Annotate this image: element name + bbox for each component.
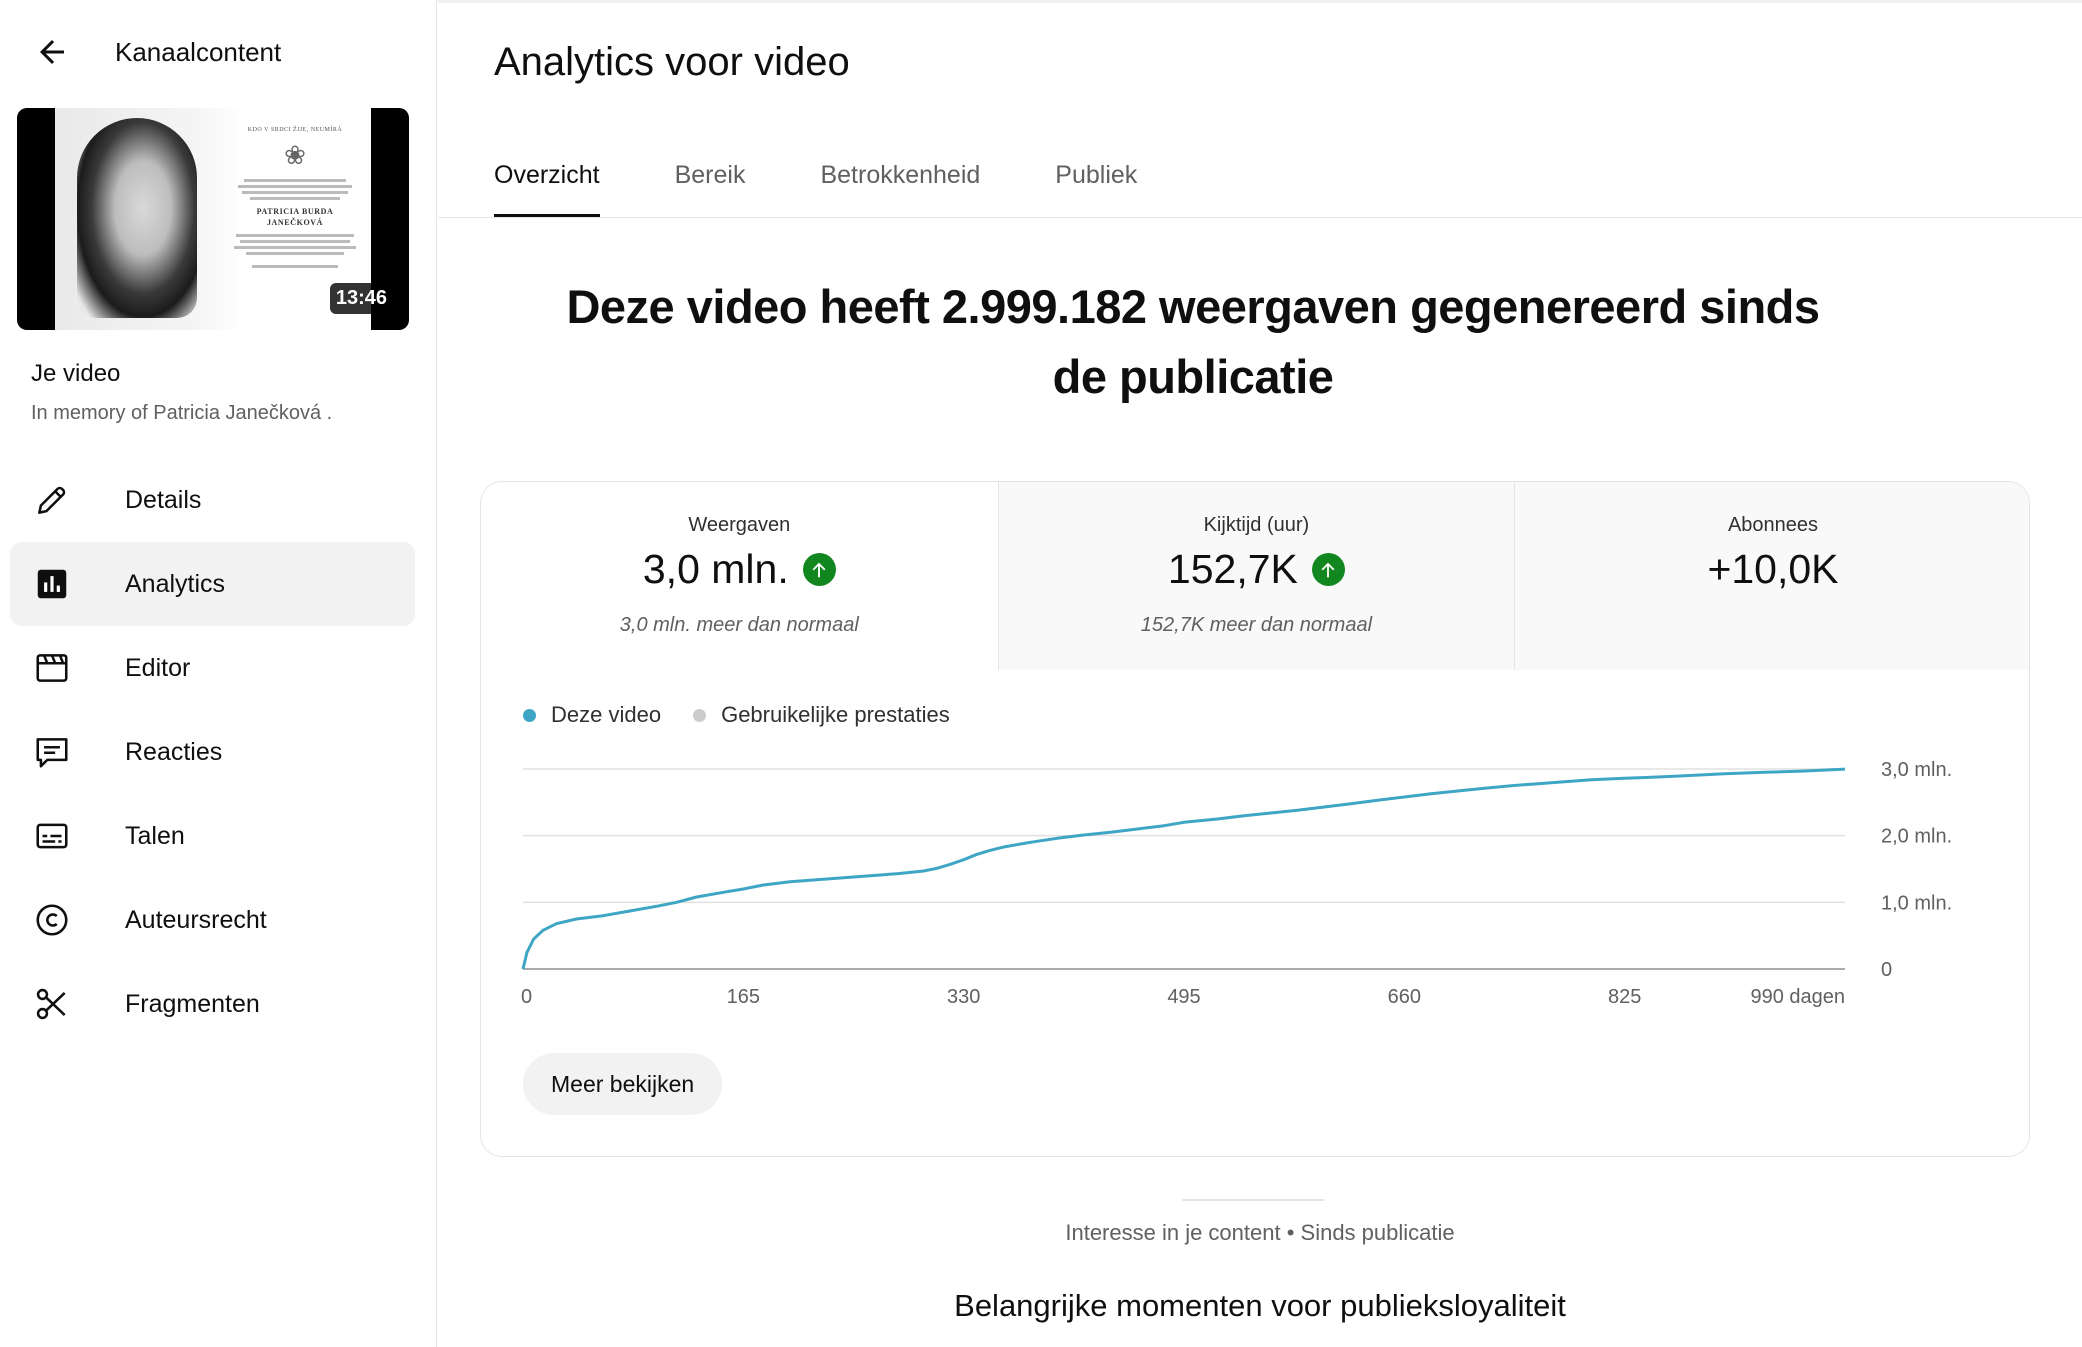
series-line-this-video bbox=[521, 767, 1846, 970]
metric-value-row: 3,0 mln. bbox=[481, 546, 998, 593]
arrow-up-icon bbox=[1311, 553, 1345, 586]
arrow-left-icon bbox=[40, 40, 64, 64]
chart-legend: Deze video Gebruikelijke prestaties bbox=[523, 702, 982, 728]
x-tick-label: 990 dagen bbox=[1750, 986, 1845, 1008]
metric-views[interactable]: Weergaven 3,0 mln. 3,0 mln. meer dan nor… bbox=[481, 482, 998, 670]
page-title: Analytics voor video bbox=[494, 40, 850, 84]
legend-item-typical[interactable]: Gebruikelijke prestaties bbox=[693, 702, 950, 728]
sidebar: Kanaalcontent KDO V SRDCI ŽIJE, NEUMÍRÁ … bbox=[0, 0, 437, 1347]
tab-audience[interactable]: Publiek bbox=[1055, 140, 1137, 218]
memorial-detail-lines bbox=[230, 234, 360, 269]
metric-value: 152,7K bbox=[1167, 546, 1298, 592]
x-tick-label: 330 bbox=[947, 986, 980, 1008]
x-tick-label: 0 bbox=[521, 986, 532, 1008]
memorial-text-lines bbox=[230, 178, 360, 200]
sidebar-nav: Details Analytics Editor Reacties Talen … bbox=[10, 458, 415, 1046]
comment-icon bbox=[24, 724, 80, 780]
sidebar-item-label: Details bbox=[125, 485, 202, 514]
metrics-row: Weergaven 3,0 mln. 3,0 mln. meer dan nor… bbox=[481, 482, 2029, 670]
copyright-icon bbox=[24, 892, 80, 948]
x-tick-label: 165 bbox=[727, 986, 760, 1008]
your-video-label: Je video bbox=[31, 360, 121, 387]
views-chart[interactable]: 0 1,0 mln. 2,0 mln. 3,0 mln. 0 165 330 495 660 82… bbox=[481, 742, 2030, 1022]
section-context: Interesse in je content • Sinds publicat… bbox=[1065, 1220, 1455, 1245]
metric-value-row: 152,7K bbox=[999, 546, 1515, 593]
see-more-button[interactable]: Meer bekijken bbox=[523, 1053, 723, 1115]
sidebar-item-editor[interactable]: Editor bbox=[10, 626, 415, 710]
headline: Deze video heeft 2.999.182 weergaven geg… bbox=[566, 280, 1820, 403]
sidebar-item-label: Editor bbox=[125, 653, 191, 682]
back-button[interactable] bbox=[24, 24, 80, 80]
clapperboard-icon bbox=[24, 640, 80, 696]
legend-item-this-video[interactable]: Deze video bbox=[523, 702, 661, 728]
metric-watch-time[interactable]: Kijktijd (uur) 152,7K 152,7K meer dan no… bbox=[997, 482, 1515, 670]
subtitles-icon bbox=[24, 808, 80, 864]
back-title: Kanaalcontent bbox=[115, 36, 282, 67]
metric-value: +10,0K bbox=[1707, 546, 1839, 592]
sidebar-item-label: Reacties bbox=[125, 737, 223, 766]
sidebar-item-copyright[interactable]: Auteursrecht bbox=[10, 878, 415, 962]
thumbnail-image: KDO V SRDCI ŽIJE, NEUMÍRÁ ❀ PATRICIA BUR… bbox=[55, 108, 371, 330]
legend-dot bbox=[693, 708, 707, 722]
sidebar-item-label: Analytics bbox=[125, 569, 226, 598]
sidebar-item-label: Auteursrecht bbox=[125, 905, 267, 934]
x-tick-label: 495 bbox=[1167, 986, 1200, 1008]
video-title: In memory of Patricia Janečková . bbox=[31, 402, 333, 424]
top-divider bbox=[438, 0, 2082, 3]
metric-label: Kijktijd (uur) bbox=[1203, 514, 1310, 536]
y-tick-label: 3,0 mln. bbox=[1881, 759, 1952, 781]
memorial-card: KDO V SRDCI ŽIJE, NEUMÍRÁ ❀ PATRICIA BUR… bbox=[230, 126, 360, 271]
metric-label: Weergaven bbox=[688, 514, 791, 536]
flower-icon: ❀ bbox=[284, 141, 306, 171]
legend-label: Gebruikelijke prestaties bbox=[721, 702, 950, 727]
overview-card: Weergaven 3,0 mln. 3,0 mln. meer dan nor… bbox=[480, 481, 2030, 1157]
tab-engagement[interactable]: Betrokkenheid bbox=[820, 140, 980, 218]
tabs-divider bbox=[438, 217, 2082, 218]
analytics-icon bbox=[24, 556, 80, 612]
sidebar-item-details[interactable]: Details bbox=[10, 458, 415, 542]
video-thumbnail[interactable]: KDO V SRDCI ŽIJE, NEUMÍRÁ ❀ PATRICIA BUR… bbox=[17, 108, 409, 330]
app-window: Kanaalcontent KDO V SRDCI ŽIJE, NEUMÍRÁ … bbox=[0, 0, 2082, 1347]
arrow-up-icon bbox=[802, 553, 836, 586]
portrait-photo bbox=[77, 118, 197, 318]
sidebar-item-label: Fragmenten bbox=[125, 989, 260, 1018]
sidebar-item-comments[interactable]: Reacties bbox=[10, 710, 415, 794]
memorial-card-name: PATRICIA BURDA JANEČKOVÁ bbox=[256, 206, 334, 227]
legend-label: Deze video bbox=[551, 702, 662, 727]
tab-bar: Overzicht Bereik Betrokkenheid Publiek bbox=[494, 140, 1212, 218]
x-tick-label: 825 bbox=[1608, 986, 1641, 1008]
y-tick-label: 2,0 mln. bbox=[1881, 826, 1952, 848]
memorial-card-header: KDO V SRDCI ŽIJE, NEUMÍRÁ bbox=[247, 127, 343, 133]
pencil-icon bbox=[24, 472, 80, 528]
x-tick-label: 660 bbox=[1388, 986, 1421, 1008]
metric-value: 3,0 mln. bbox=[642, 546, 789, 592]
sidebar-item-label: Talen bbox=[125, 821, 185, 850]
tab-reach[interactable]: Bereik bbox=[675, 140, 746, 218]
metric-subscribers[interactable]: Abonnees +10,0K bbox=[1514, 482, 2029, 670]
back-row: Kanaalcontent bbox=[0, 24, 437, 80]
section-title: Belangrijke momenten voor publieksloyali… bbox=[954, 1288, 1566, 1323]
sidebar-item-clips[interactable]: Fragmenten bbox=[10, 962, 415, 1046]
scissors-icon bbox=[24, 976, 80, 1032]
sidebar-item-languages[interactable]: Talen bbox=[10, 794, 415, 878]
metric-note: 3,0 mln. meer dan normaal bbox=[619, 614, 859, 636]
duration-badge: 13:46 bbox=[329, 283, 393, 314]
metric-note: 152,7K meer dan normaal bbox=[1140, 614, 1373, 636]
y-tick-label: 1,0 mln. bbox=[1881, 892, 1952, 914]
legend-dot bbox=[523, 708, 536, 722]
y-tick-label: 0 bbox=[1881, 959, 1892, 981]
section-divider bbox=[1182, 1199, 1324, 1201]
metric-value-row: +10,0K bbox=[1515, 546, 2029, 593]
main-content: Analytics voor video Overzicht Bereik Be… bbox=[438, 0, 2082, 1347]
tab-overview[interactable]: Overzicht bbox=[494, 140, 600, 218]
metric-label: Abonnees bbox=[1727, 514, 1819, 536]
sidebar-item-analytics[interactable]: Analytics bbox=[10, 542, 415, 626]
